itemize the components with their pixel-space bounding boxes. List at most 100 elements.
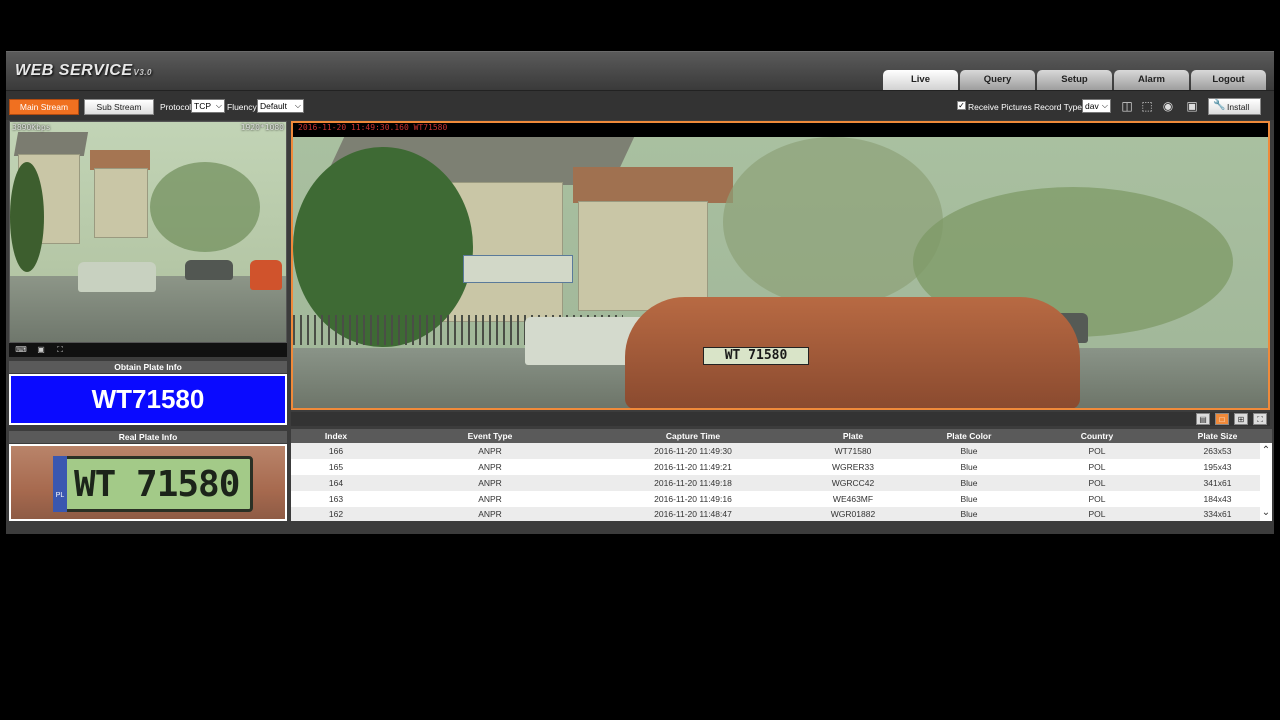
tab-logout[interactable]: Logout bbox=[1191, 70, 1266, 90]
region-zoom-icon[interactable]: ⬚ bbox=[1138, 99, 1156, 114]
video-tree-2 bbox=[723, 137, 943, 307]
cell-event-type: ANPR bbox=[478, 494, 502, 504]
cell-country: POL bbox=[1088, 478, 1106, 488]
preview-car-2 bbox=[185, 260, 233, 280]
table-header: Index Event Type Capture Time Plate Plat… bbox=[291, 429, 1272, 443]
zoom-icon[interactable]: ◫ bbox=[1118, 99, 1136, 114]
table-row[interactable]: 164 ANPR 2016-11-20 11:49:18 WGRCC42 Blu… bbox=[291, 475, 1260, 491]
protocol-select[interactable]: TCP ⌵ bbox=[191, 99, 225, 113]
cell-event-type: ANPR bbox=[478, 509, 502, 519]
cell-capture-time: 2016-11-20 11:48:47 bbox=[654, 509, 732, 519]
protocol-label: Protocol bbox=[160, 102, 192, 112]
table-row[interactable]: 162 ANPR 2016-11-20 11:48:47 WGR01882 Bl… bbox=[291, 507, 1260, 521]
main-video[interactable]: 2016-11-20 11:49:30.160 WT71580 WT 71580 bbox=[291, 121, 1270, 410]
cell-plate-size: 184x43 bbox=[1203, 494, 1232, 504]
main-tabs: Live Query Setup Alarm Logout bbox=[883, 70, 1266, 90]
record-type-label: Record Type bbox=[1034, 102, 1083, 112]
cell-plate: WGRCC42 bbox=[831, 478, 875, 488]
install-button[interactable]: 🔧 Install bbox=[1208, 98, 1261, 115]
cell-event-type: ANPR bbox=[478, 478, 502, 488]
cell-index: 166 bbox=[328, 446, 344, 456]
table-row[interactable]: 166 ANPR 2016-11-20 11:49:30 WT71580 Blu… bbox=[291, 443, 1260, 459]
receive-pictures-checkbox[interactable]: ✓ bbox=[957, 101, 966, 110]
record-type-select[interactable]: dav ⌵ bbox=[1082, 99, 1111, 113]
sub-stream-button[interactable]: Sub Stream bbox=[84, 99, 154, 115]
keyboard-icon[interactable]: ⌨ bbox=[14, 345, 28, 355]
preview-car-3 bbox=[250, 260, 282, 290]
cell-index: 164 bbox=[328, 478, 344, 488]
obtain-plate-title: Obtain Plate Info bbox=[9, 361, 287, 373]
real-plate-box: WT 71580 PL bbox=[9, 444, 287, 521]
web-service-window: WEB SERVICEV3.0 Live Query Setup Alarm L… bbox=[6, 51, 1274, 534]
scroll-up-icon[interactable]: ⌃ bbox=[1260, 445, 1272, 457]
fluency-label: Fluency bbox=[227, 102, 257, 112]
cell-plate-color: Blue bbox=[960, 446, 978, 456]
picture-layout-icon[interactable]: ▤ bbox=[1196, 413, 1210, 425]
video-roof-2 bbox=[573, 167, 733, 203]
resolution-readout: 1920*1080 bbox=[240, 123, 284, 132]
cell-capture-time: 2016-11-20 11:49:30 bbox=[654, 446, 732, 456]
cell-plate-color: Blue bbox=[960, 478, 978, 488]
cell-country: POL bbox=[1088, 509, 1106, 519]
fullscreen-icon[interactable]: ⛶ bbox=[1253, 413, 1267, 425]
logo-version: V3.0 bbox=[133, 68, 152, 77]
single-window-icon[interactable]: □ bbox=[1215, 413, 1229, 425]
video-timestamp: 2016-11-20 11:49:30.160 WT71580 bbox=[298, 123, 448, 132]
video-house-2 bbox=[578, 201, 708, 311]
cell-index: 165 bbox=[328, 462, 344, 472]
fullscreen-icon[interactable]: ⛶ bbox=[53, 345, 67, 355]
receive-pictures-label: Receive Pictures bbox=[968, 102, 1032, 112]
app-logo: WEB SERVICEV3.0 bbox=[15, 62, 152, 80]
obtained-plate-number: WT71580 bbox=[11, 376, 285, 423]
video-layout-bar: ▤ □ ⊞ ⛶ bbox=[291, 412, 1270, 426]
cell-event-type: ANPR bbox=[478, 462, 502, 472]
preview-video[interactable]: 3890Kbps 1920*1080 bbox=[9, 121, 287, 343]
four-window-icon[interactable]: ⊞ bbox=[1234, 413, 1248, 425]
table-row[interactable]: 163 ANPR 2016-11-20 11:49:16 WE463MF Blu… bbox=[291, 491, 1260, 507]
col-index: Index bbox=[324, 431, 348, 441]
snapshot-icon[interactable]: ◉ bbox=[1159, 99, 1177, 114]
real-plate-title: Real Plate Info bbox=[9, 431, 287, 443]
obtain-plate-box: WT71580 bbox=[9, 374, 287, 425]
tab-live[interactable]: Live bbox=[883, 70, 958, 90]
record-video-icon[interactable]: ▣ bbox=[1183, 99, 1201, 114]
col-country: Country bbox=[1080, 431, 1114, 441]
real-plate-country: PL bbox=[53, 456, 67, 512]
chevron-down-icon: ⌵ bbox=[215, 101, 222, 110]
scroll-down-icon[interactable]: ⌄ bbox=[1260, 507, 1272, 519]
cell-index: 163 bbox=[328, 494, 344, 504]
video-billboard bbox=[463, 255, 573, 283]
logo-text: WEB SERVICE bbox=[15, 62, 133, 79]
real-plate-image: WT 71580 PL bbox=[11, 446, 285, 519]
real-plate-text: WT 71580 bbox=[53, 456, 253, 512]
cell-plate: WE463MF bbox=[832, 494, 874, 504]
cell-country: POL bbox=[1088, 494, 1106, 504]
cell-plate-color: Blue bbox=[960, 462, 978, 472]
col-event-type: Event Type bbox=[467, 431, 513, 441]
video-car-plate: WT 71580 bbox=[703, 347, 809, 365]
cell-plate: WGRER33 bbox=[831, 462, 875, 472]
cell-capture-time: 2016-11-20 11:49:18 bbox=[654, 478, 732, 488]
cell-country: POL bbox=[1088, 462, 1106, 472]
cell-plate-size: 334x61 bbox=[1203, 509, 1232, 519]
preview-roof-2 bbox=[90, 150, 150, 170]
tab-alarm[interactable]: Alarm bbox=[1114, 70, 1189, 90]
cell-plate-size: 263x53 bbox=[1203, 446, 1232, 456]
cell-plate-color: Blue bbox=[960, 509, 978, 519]
header-bar: WEB SERVICEV3.0 Live Query Setup Alarm L… bbox=[6, 52, 1274, 90]
window-icon[interactable]: ▣ bbox=[34, 345, 48, 355]
fluency-select[interactable]: Default ⌵ bbox=[257, 99, 304, 113]
tab-setup[interactable]: Setup bbox=[1037, 70, 1112, 90]
table-scrollbar[interactable]: ⌃ ⌄ bbox=[1260, 443, 1272, 521]
preview-tree bbox=[10, 162, 44, 272]
table-row[interactable]: 165 ANPR 2016-11-20 11:49:21 WGRER33 Blu… bbox=[291, 459, 1260, 475]
chevron-down-icon: ⌵ bbox=[294, 101, 301, 110]
install-label: Install bbox=[1227, 102, 1250, 112]
record-type-value: dav bbox=[1085, 101, 1099, 111]
preview-tree-2 bbox=[150, 162, 260, 252]
tab-query[interactable]: Query bbox=[960, 70, 1035, 90]
live-toolbar: Main Stream Sub Stream Protocol TCP ⌵ Fl… bbox=[6, 90, 1274, 120]
main-stream-button[interactable]: Main Stream bbox=[9, 99, 79, 115]
preview-roof bbox=[13, 132, 89, 156]
cell-plate: WGR01882 bbox=[830, 509, 876, 519]
